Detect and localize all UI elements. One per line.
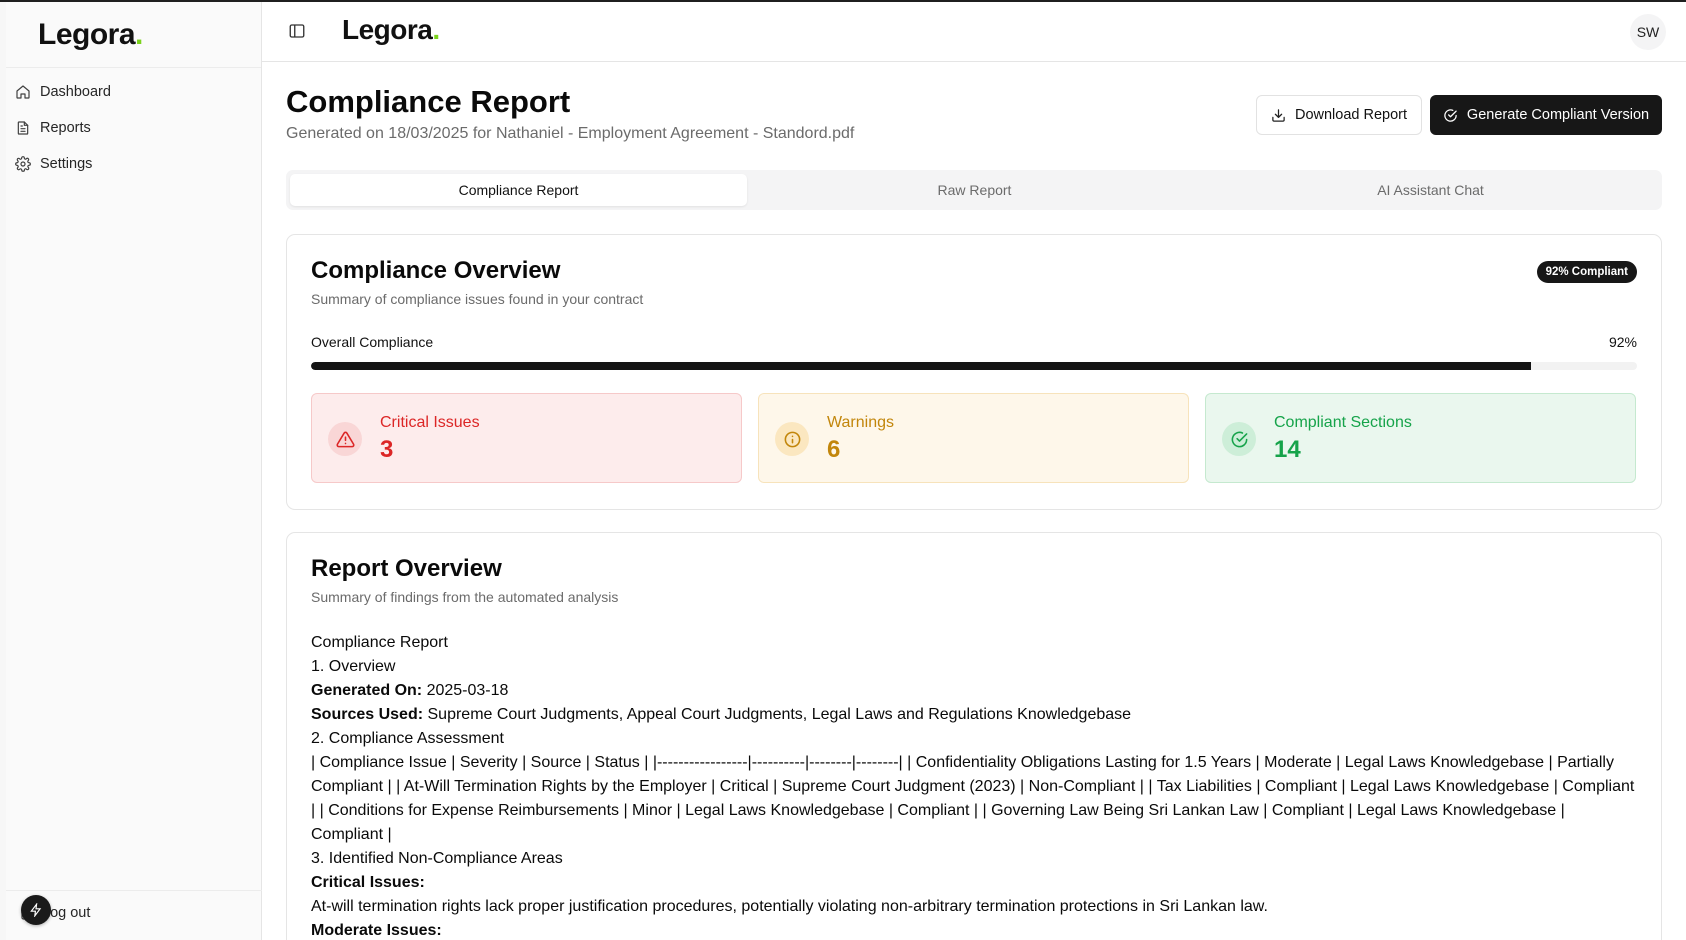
compliance-badge: 92% Compliant xyxy=(1536,261,1637,283)
download-report-label: Download Report xyxy=(1294,107,1408,123)
tab-ai-assistant-chat[interactable]: AI Assistant Chat xyxy=(1202,174,1659,206)
critical-issues-stat: Critical Issues 3 xyxy=(311,393,742,483)
progress-label: Overall Compliance xyxy=(311,334,434,350)
sidebar-item-settings[interactable]: Settings xyxy=(6,146,261,182)
compliance-overview-card: Compliance Overview Summary of complianc… xyxy=(286,234,1662,510)
report-value: 2025-03-18 xyxy=(422,682,509,699)
sidebar-brand: Legora. xyxy=(6,2,261,68)
info-circle-icon xyxy=(775,422,809,456)
report-body: Compliance Report 1. Overview Generated … xyxy=(311,631,1641,940)
sidebar-toggle-icon[interactable] xyxy=(288,22,308,42)
generate-label: Generate Compliant Version xyxy=(1466,107,1650,123)
report-key: Moderate Issues: xyxy=(311,922,442,939)
stat-label: Compliant Sections xyxy=(1274,414,1412,431)
report-value: Supreme Court Judgments, Appeal Court Ju… xyxy=(423,706,1132,723)
report-key: Sources Used: xyxy=(311,706,424,723)
stat-value: 3 xyxy=(380,436,394,463)
bolt-icon[interactable] xyxy=(21,895,51,925)
generate-compliant-version-button[interactable]: Generate Compliant Version xyxy=(1430,95,1662,135)
report-line: Sources Used: Supreme Court Judgments, A… xyxy=(311,703,1641,727)
sidebar-footer: Log out xyxy=(6,890,262,940)
report-table-text: | Compliance Issue | Severity | Source |… xyxy=(311,754,1635,843)
progress-fill xyxy=(311,362,1531,370)
stat-value: 14 xyxy=(1274,436,1301,463)
report-key: Generated On: xyxy=(311,682,423,699)
file-text-icon xyxy=(17,121,29,135)
sidebar-nav: Dashboard Reports Settings xyxy=(6,68,261,182)
sidebar-logo[interactable]: Legora. xyxy=(38,18,143,52)
progress-value: 92% xyxy=(1608,334,1637,350)
top-header: Legora. SW xyxy=(262,2,1686,62)
page-subtitle: Generated on 18/03/2025 for Nathaniel - … xyxy=(286,125,855,142)
warnings-stat: Warnings 6 xyxy=(758,393,1189,483)
tab-raw-report[interactable]: Raw Report xyxy=(746,174,1203,206)
sidebar-item-label: Dashboard xyxy=(40,84,111,100)
gear-icon xyxy=(15,156,31,172)
alert-triangle-icon xyxy=(328,422,362,456)
report-overview-title: Report Overview xyxy=(311,555,502,582)
report-line: 2. Compliance Assessment xyxy=(311,730,504,747)
report-line: 1. Overview xyxy=(311,658,396,675)
sidebar-item-label: Settings xyxy=(40,156,93,172)
tab-compliance-report[interactable]: Compliance Report xyxy=(290,174,747,206)
tab-list: Compliance Report Raw Report AI Assistan… xyxy=(286,170,1662,210)
check-circle-icon xyxy=(1222,422,1256,456)
check-circle-icon xyxy=(1444,108,1457,122)
compliance-overview-title: Compliance Overview xyxy=(311,257,561,284)
stat-label: Warnings xyxy=(827,414,894,431)
report-line: At-will termination rights lack proper j… xyxy=(311,898,1268,915)
report-line: Generated On: 2025-03-18 xyxy=(311,679,1641,703)
home-icon xyxy=(16,85,30,99)
report-key: Critical Issues: xyxy=(311,874,425,891)
report-line: Moderate Issues: xyxy=(311,919,1641,940)
stat-label: Critical Issues xyxy=(380,414,480,431)
sidebar: Legora. Dashboard Reports Settings Log o… xyxy=(6,2,262,940)
sidebar-item-reports[interactable]: Reports xyxy=(6,110,261,146)
header-logo[interactable]: Legora. xyxy=(342,14,440,46)
download-icon xyxy=(1272,108,1285,122)
page-title: Compliance Report xyxy=(286,84,571,119)
progress-bar xyxy=(311,362,1637,370)
main-content: Compliance Report Generated on 18/03/202… xyxy=(286,62,1662,940)
compliant-sections-stat: Compliant Sections 14 xyxy=(1205,393,1636,483)
compliance-overview-description: Summary of compliance issues found in yo… xyxy=(311,291,644,307)
report-line: 3. Identified Non-Compliance Areas xyxy=(311,850,563,867)
report-overview-description: Summary of findings from the automated a… xyxy=(311,589,619,605)
report-overview-card: Report Overview Summary of findings from… xyxy=(286,532,1662,940)
download-report-button[interactable]: Download Report xyxy=(1256,95,1422,135)
report-line: Compliance Report xyxy=(311,634,448,651)
report-line: Critical Issues: xyxy=(311,871,1641,895)
sidebar-item-dashboard[interactable]: Dashboard xyxy=(6,74,261,110)
stat-value: 6 xyxy=(827,436,841,463)
sidebar-item-label: Reports xyxy=(40,120,91,136)
avatar[interactable]: SW xyxy=(1630,14,1666,50)
